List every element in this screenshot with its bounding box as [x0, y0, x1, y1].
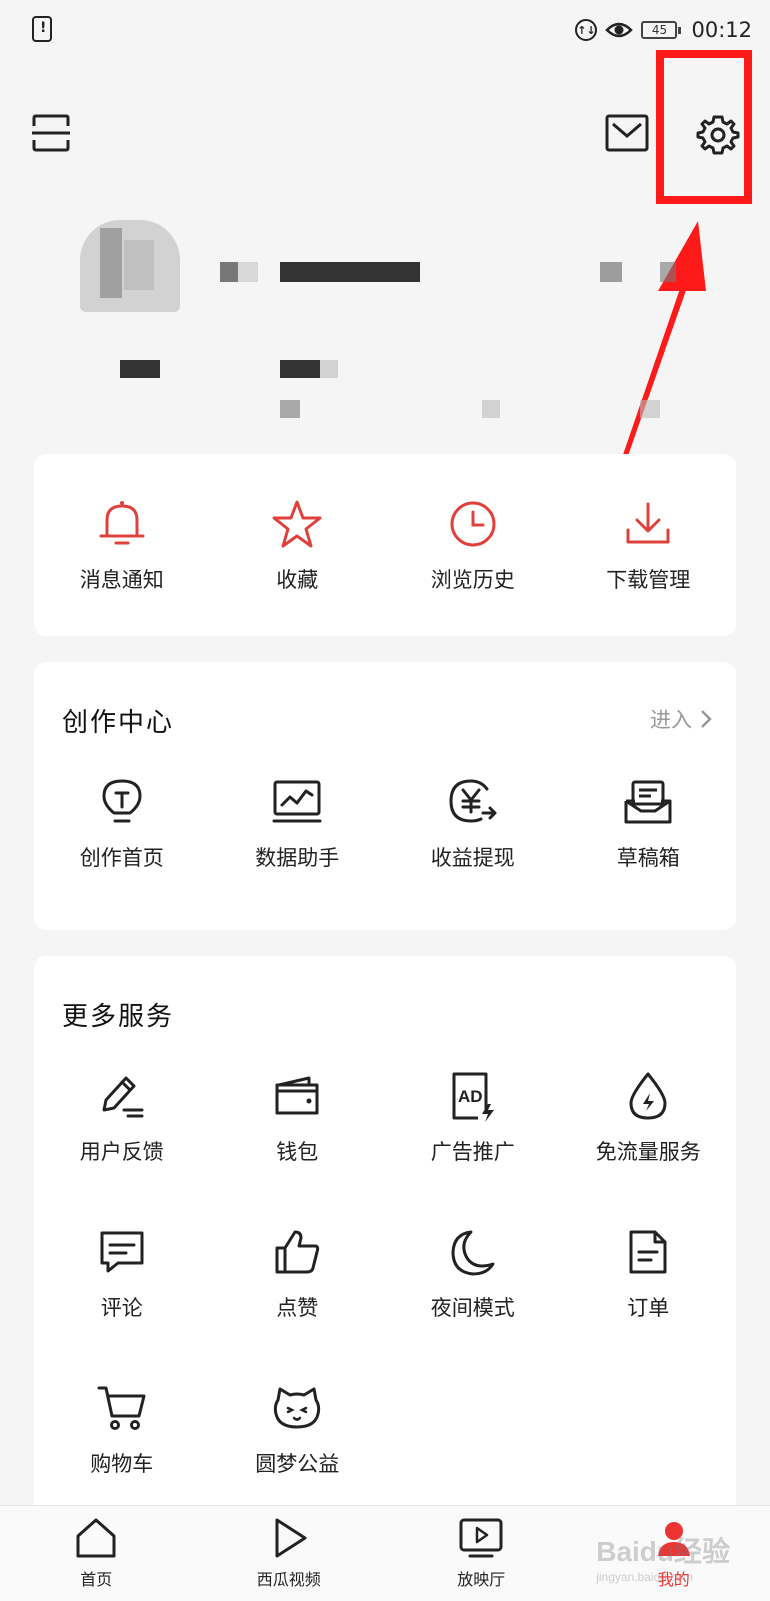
- clock-time: 00:12: [691, 18, 752, 42]
- chart-monitor-icon: [269, 774, 325, 830]
- lightbulb-icon: [94, 774, 150, 830]
- quick-action-notifications[interactable]: 消息通知: [34, 496, 210, 594]
- service-label: 圆梦公益: [255, 1448, 339, 1478]
- bell-icon: [94, 496, 150, 552]
- ad-icon: AD: [445, 1068, 501, 1124]
- service-free-data[interactable]: 免流量服务: [561, 1068, 737, 1166]
- service-label: 订单: [627, 1292, 669, 1322]
- nav-xigua-video[interactable]: 西瓜视频: [193, 1506, 386, 1601]
- status-bar: ! ↑↓ 45 00:12: [0, 0, 770, 60]
- more-services-card: 更多服务 用户反馈 钱包 AD 广告推广 免流量服务: [34, 956, 736, 1516]
- service-label: 点赞: [276, 1292, 318, 1322]
- stat-redacted: [280, 400, 300, 418]
- profile-redacted-block: [220, 262, 260, 282]
- stat-redacted: [482, 400, 500, 418]
- nav-home[interactable]: 首页: [0, 1506, 193, 1601]
- home-icon: [74, 1516, 118, 1560]
- profile-redacted-block: [600, 262, 622, 282]
- nav-screening-hall[interactable]: 放映厅: [385, 1506, 578, 1601]
- quick-action-label: 下载管理: [606, 564, 690, 594]
- service-cart[interactable]: 购物车: [34, 1380, 210, 1478]
- quick-action-label: 收藏: [276, 564, 318, 594]
- chevron-right-icon: [700, 709, 712, 729]
- settings-gear-icon[interactable]: [694, 111, 742, 159]
- quick-actions-card: 消息通知 收藏 浏览历史 下载管理: [34, 454, 736, 636]
- service-label: 夜间模式: [431, 1292, 515, 1322]
- service-wallet[interactable]: 钱包: [210, 1068, 386, 1166]
- username-redacted[interactable]: [280, 262, 420, 282]
- nav-label: 西瓜视频: [257, 1566, 321, 1590]
- data-transfer-icon: ↑↓: [575, 19, 597, 41]
- section-title: 更多服务: [62, 996, 174, 1033]
- nav-label: 放映厅: [457, 1566, 505, 1590]
- svg-text:AD: AD: [458, 1087, 483, 1106]
- service-label: 广告推广: [431, 1136, 515, 1166]
- watermark-text: Baidu经验: [596, 1536, 730, 1567]
- creator-center-enter-link[interactable]: 进入: [650, 704, 712, 734]
- tv-play-icon: [458, 1516, 504, 1560]
- service-charity[interactable]: 圆梦公益: [210, 1380, 386, 1478]
- quick-action-label: 消息通知: [80, 564, 164, 594]
- watermark-url: jingyan.baidu.com: [596, 1570, 730, 1584]
- avatar[interactable]: [80, 210, 182, 312]
- creator-home[interactable]: 创作首页: [34, 774, 210, 872]
- creator-item-label: 创作首页: [80, 842, 164, 872]
- service-comments[interactable]: 评论: [34, 1224, 210, 1322]
- creator-center-card: 创作中心 进入 创作首页 数据助手 收益提现 草稿箱: [34, 662, 736, 930]
- comment-icon: [94, 1224, 150, 1280]
- alert-icon: !: [32, 16, 52, 42]
- quick-action-favorites[interactable]: 收藏: [210, 496, 386, 594]
- service-orders[interactable]: 订单: [561, 1224, 737, 1322]
- watermark: Baidu经验 jingyan.baidu.com: [596, 1530, 730, 1584]
- service-label: 用户反馈: [80, 1136, 164, 1166]
- moon-icon: [445, 1224, 501, 1280]
- status-icons: ↑↓ 45 00:12: [575, 16, 752, 44]
- creator-drafts[interactable]: 草稿箱: [561, 774, 737, 872]
- creator-earnings-withdraw[interactable]: 收益提现: [385, 774, 561, 872]
- stat-redacted: [640, 400, 660, 418]
- yen-withdraw-icon: [445, 774, 501, 830]
- creator-item-label: 数据助手: [255, 842, 339, 872]
- enter-label: 进入: [650, 704, 692, 734]
- creator-item-label: 草稿箱: [617, 842, 680, 872]
- drop-data-icon: [620, 1068, 676, 1124]
- service-label: 评论: [101, 1292, 143, 1322]
- stat-redacted[interactable]: [280, 360, 320, 378]
- play-icon: [267, 1516, 311, 1560]
- star-icon: [269, 496, 325, 552]
- service-night-mode[interactable]: 夜间模式: [385, 1224, 561, 1322]
- quick-action-downloads[interactable]: 下载管理: [561, 496, 737, 594]
- clock-icon: [445, 496, 501, 552]
- cart-icon: [94, 1380, 150, 1436]
- thumbs-up-icon: [269, 1224, 325, 1280]
- service-advertising[interactable]: AD 广告推广: [385, 1068, 561, 1166]
- draft-box-icon: [620, 774, 676, 830]
- stat-redacted[interactable]: [120, 360, 160, 378]
- wallet-icon: [269, 1068, 325, 1124]
- download-icon: [620, 496, 676, 552]
- charity-cat-icon: [269, 1380, 325, 1436]
- stat-redacted: [320, 360, 338, 378]
- battery-indicator: 45: [641, 21, 677, 39]
- service-label: 免流量服务: [596, 1136, 701, 1166]
- quick-action-history[interactable]: 浏览历史: [385, 496, 561, 594]
- service-likes[interactable]: 点赞: [210, 1224, 386, 1322]
- service-label: 购物车: [90, 1448, 153, 1478]
- quick-action-label: 浏览历史: [431, 564, 515, 594]
- section-title: 创作中心: [62, 702, 174, 739]
- pen-feedback-icon: [94, 1068, 150, 1124]
- profile-redacted-block: [660, 262, 676, 282]
- service-label: 钱包: [276, 1136, 318, 1166]
- nav-label: 首页: [80, 1566, 112, 1590]
- service-feedback[interactable]: 用户反馈: [34, 1068, 210, 1166]
- mail-icon[interactable]: [604, 112, 650, 154]
- creator-data-assistant[interactable]: 数据助手: [210, 774, 386, 872]
- eye-icon: [605, 19, 633, 41]
- scan-icon[interactable]: [28, 110, 74, 156]
- creator-item-label: 收益提现: [431, 842, 515, 872]
- order-document-icon: [620, 1224, 676, 1280]
